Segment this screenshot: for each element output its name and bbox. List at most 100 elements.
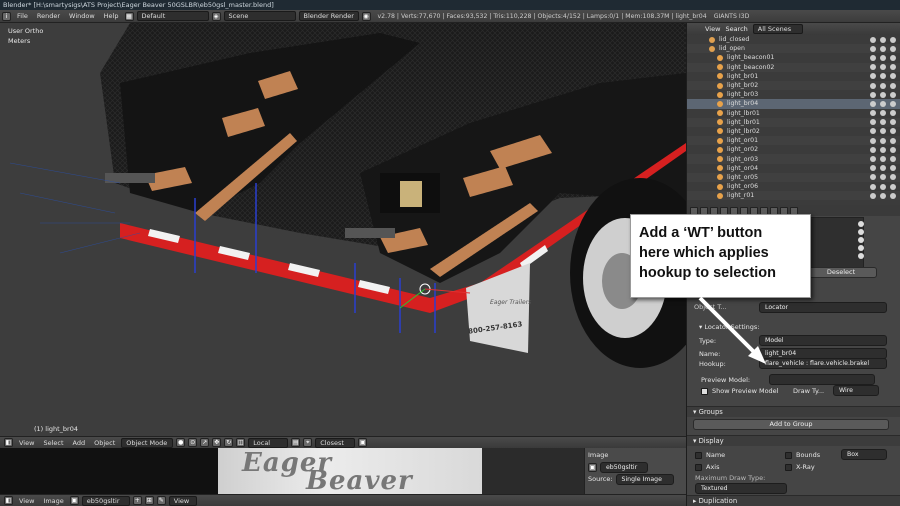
cursor-icon[interactable] <box>880 36 886 43</box>
visibility-toggles[interactable] <box>870 64 896 71</box>
bounds-checkbox[interactable] <box>785 451 792 459</box>
outliner-row[interactable]: light_lbr01 <box>687 109 900 118</box>
snap-target-dropdown[interactable]: Closest <box>315 437 356 448</box>
eye-icon[interactable] <box>870 156 876 163</box>
eye-icon[interactable] <box>870 183 876 190</box>
visibility-toggles[interactable] <box>870 100 896 107</box>
cursor-icon[interactable] <box>880 45 886 52</box>
outliner-row[interactable]: light_or04 <box>687 164 900 173</box>
shading-icon[interactable]: ● <box>176 438 186 447</box>
menu-object[interactable]: Object <box>91 439 118 447</box>
camera-icon[interactable] <box>890 156 896 163</box>
cursor-icon[interactable] <box>880 165 886 172</box>
menu-window[interactable]: Window <box>66 12 98 20</box>
giants-menu[interactable]: GIANTS I3D <box>714 13 750 20</box>
eye-icon[interactable] <box>870 64 876 71</box>
camera-icon[interactable] <box>890 165 896 172</box>
3d-viewport[interactable]: User Ortho Meters 800-257-8163 Eager Tra… <box>0 23 686 436</box>
visibility-toggles[interactable] <box>870 91 896 98</box>
camera-icon[interactable] <box>890 54 896 61</box>
blender-info-icon[interactable]: i <box>2 11 11 21</box>
visibility-toggles[interactable] <box>870 45 896 52</box>
show-preview-checkbox[interactable] <box>701 387 708 395</box>
cursor-icon[interactable] <box>880 91 886 98</box>
visibility-toggles[interactable] <box>870 119 896 126</box>
camera-icon[interactable] <box>890 174 896 181</box>
visibility-toggles[interactable] <box>870 128 896 135</box>
editor-type-icon[interactable]: ◧ <box>4 496 13 505</box>
cursor-icon[interactable] <box>880 119 886 126</box>
visibility-toggles[interactable] <box>870 192 896 199</box>
eye-icon[interactable] <box>870 146 876 153</box>
camera-icon[interactable] <box>890 146 896 153</box>
outliner-row[interactable]: lid_closed <box>687 35 900 44</box>
image-browse-icon[interactable]: ▣ <box>588 462 597 472</box>
eye-icon[interactable] <box>870 73 876 80</box>
name-checkbox[interactable] <box>695 451 702 459</box>
outliner[interactable]: View Search All Scenes lid_closed lid_ope… <box>686 23 900 205</box>
eye-icon[interactable] <box>870 110 876 117</box>
scene-dropdown[interactable]: Scene <box>223 11 296 21</box>
menu-select[interactable]: Select <box>40 439 66 447</box>
visibility-toggles[interactable] <box>870 36 896 43</box>
orientation-dropdown[interactable]: Local <box>248 437 289 448</box>
visibility-toggles[interactable] <box>870 146 896 153</box>
visibility-toggles[interactable] <box>870 82 896 89</box>
visibility-toggles[interactable] <box>870 73 896 80</box>
camera-icon[interactable] <box>890 64 896 71</box>
groups-section[interactable]: ▾ Groups <box>687 406 900 417</box>
outliner-view-menu[interactable]: View <box>705 25 720 33</box>
outliner-row[interactable]: light_br03 <box>687 90 900 99</box>
cursor-icon[interactable] <box>880 128 886 135</box>
render-preview-icon[interactable]: ▣ <box>358 438 368 447</box>
pin-icon[interactable]: ✎ <box>156 496 166 505</box>
visibility-toggles[interactable] <box>870 174 896 181</box>
image-name-field[interactable]: eb50gsltir <box>600 461 648 473</box>
cursor-icon[interactable] <box>880 174 886 181</box>
visibility-toggles[interactable] <box>870 165 896 172</box>
eye-icon[interactable] <box>870 45 876 52</box>
deselect-button[interactable]: Deselect <box>805 267 877 278</box>
menu-file[interactable]: File <box>14 12 31 20</box>
cursor-icon[interactable] <box>880 156 886 163</box>
cursor-icon[interactable] <box>880 183 886 190</box>
screen-layout-icon[interactable]: ▦ <box>124 11 134 21</box>
image-browse-icon[interactable]: ▣ <box>69 496 79 505</box>
outliner-row[interactable]: light_br02 <box>687 80 900 91</box>
outliner-row[interactable]: light_br04 <box>687 99 900 109</box>
rotate-icon[interactable]: ↻ <box>224 438 234 447</box>
menu-image[interactable]: Image <box>40 497 66 505</box>
view-mode-dropdown[interactable]: View <box>168 495 197 506</box>
visibility-toggles[interactable] <box>870 137 896 144</box>
layers-icon[interactable]: ▤ <box>291 438 301 447</box>
manipulator-icon[interactable]: ↗ <box>200 438 210 447</box>
cursor-icon[interactable] <box>880 73 886 80</box>
editor-type-icon[interactable]: ◧ <box>4 438 13 447</box>
open-image-icon[interactable]: ⊞ <box>144 496 154 505</box>
axis-checkbox[interactable] <box>695 463 702 471</box>
outliner-row[interactable]: light_lbr02 <box>687 127 900 136</box>
eye-icon[interactable] <box>870 192 876 199</box>
outliner-row[interactable]: light_or01 <box>687 136 900 146</box>
outliner-row[interactable]: lid_open <box>687 44 900 54</box>
preview-model-field[interactable] <box>769 374 875 385</box>
outliner-search-menu[interactable]: Search <box>725 25 747 33</box>
eye-icon[interactable] <box>870 165 876 172</box>
screen-layout-dropdown[interactable]: Default <box>136 11 209 21</box>
outliner-row[interactable]: light_or06 <box>687 182 900 191</box>
outliner-row[interactable]: light_or05 <box>687 172 900 182</box>
visibility-toggles[interactable] <box>870 110 896 117</box>
cursor-icon[interactable] <box>880 146 886 153</box>
eye-icon[interactable] <box>870 119 876 126</box>
outliner-row[interactable]: light_lbr01 <box>687 117 900 127</box>
menu-add[interactable]: Add <box>70 439 89 447</box>
max-draw-type-dropdown[interactable]: Textured <box>695 483 787 494</box>
camera-icon[interactable] <box>890 110 896 117</box>
eye-icon[interactable] <box>870 54 876 61</box>
new-image-icon[interactable]: + <box>132 496 142 505</box>
outliner-row[interactable]: light_r01 <box>687 191 900 201</box>
eye-icon[interactable] <box>870 36 876 43</box>
visibility-toggles[interactable] <box>870 54 896 61</box>
outliner-filter-dropdown[interactable]: All Scenes <box>752 24 803 34</box>
menu-help[interactable]: Help <box>101 12 122 20</box>
